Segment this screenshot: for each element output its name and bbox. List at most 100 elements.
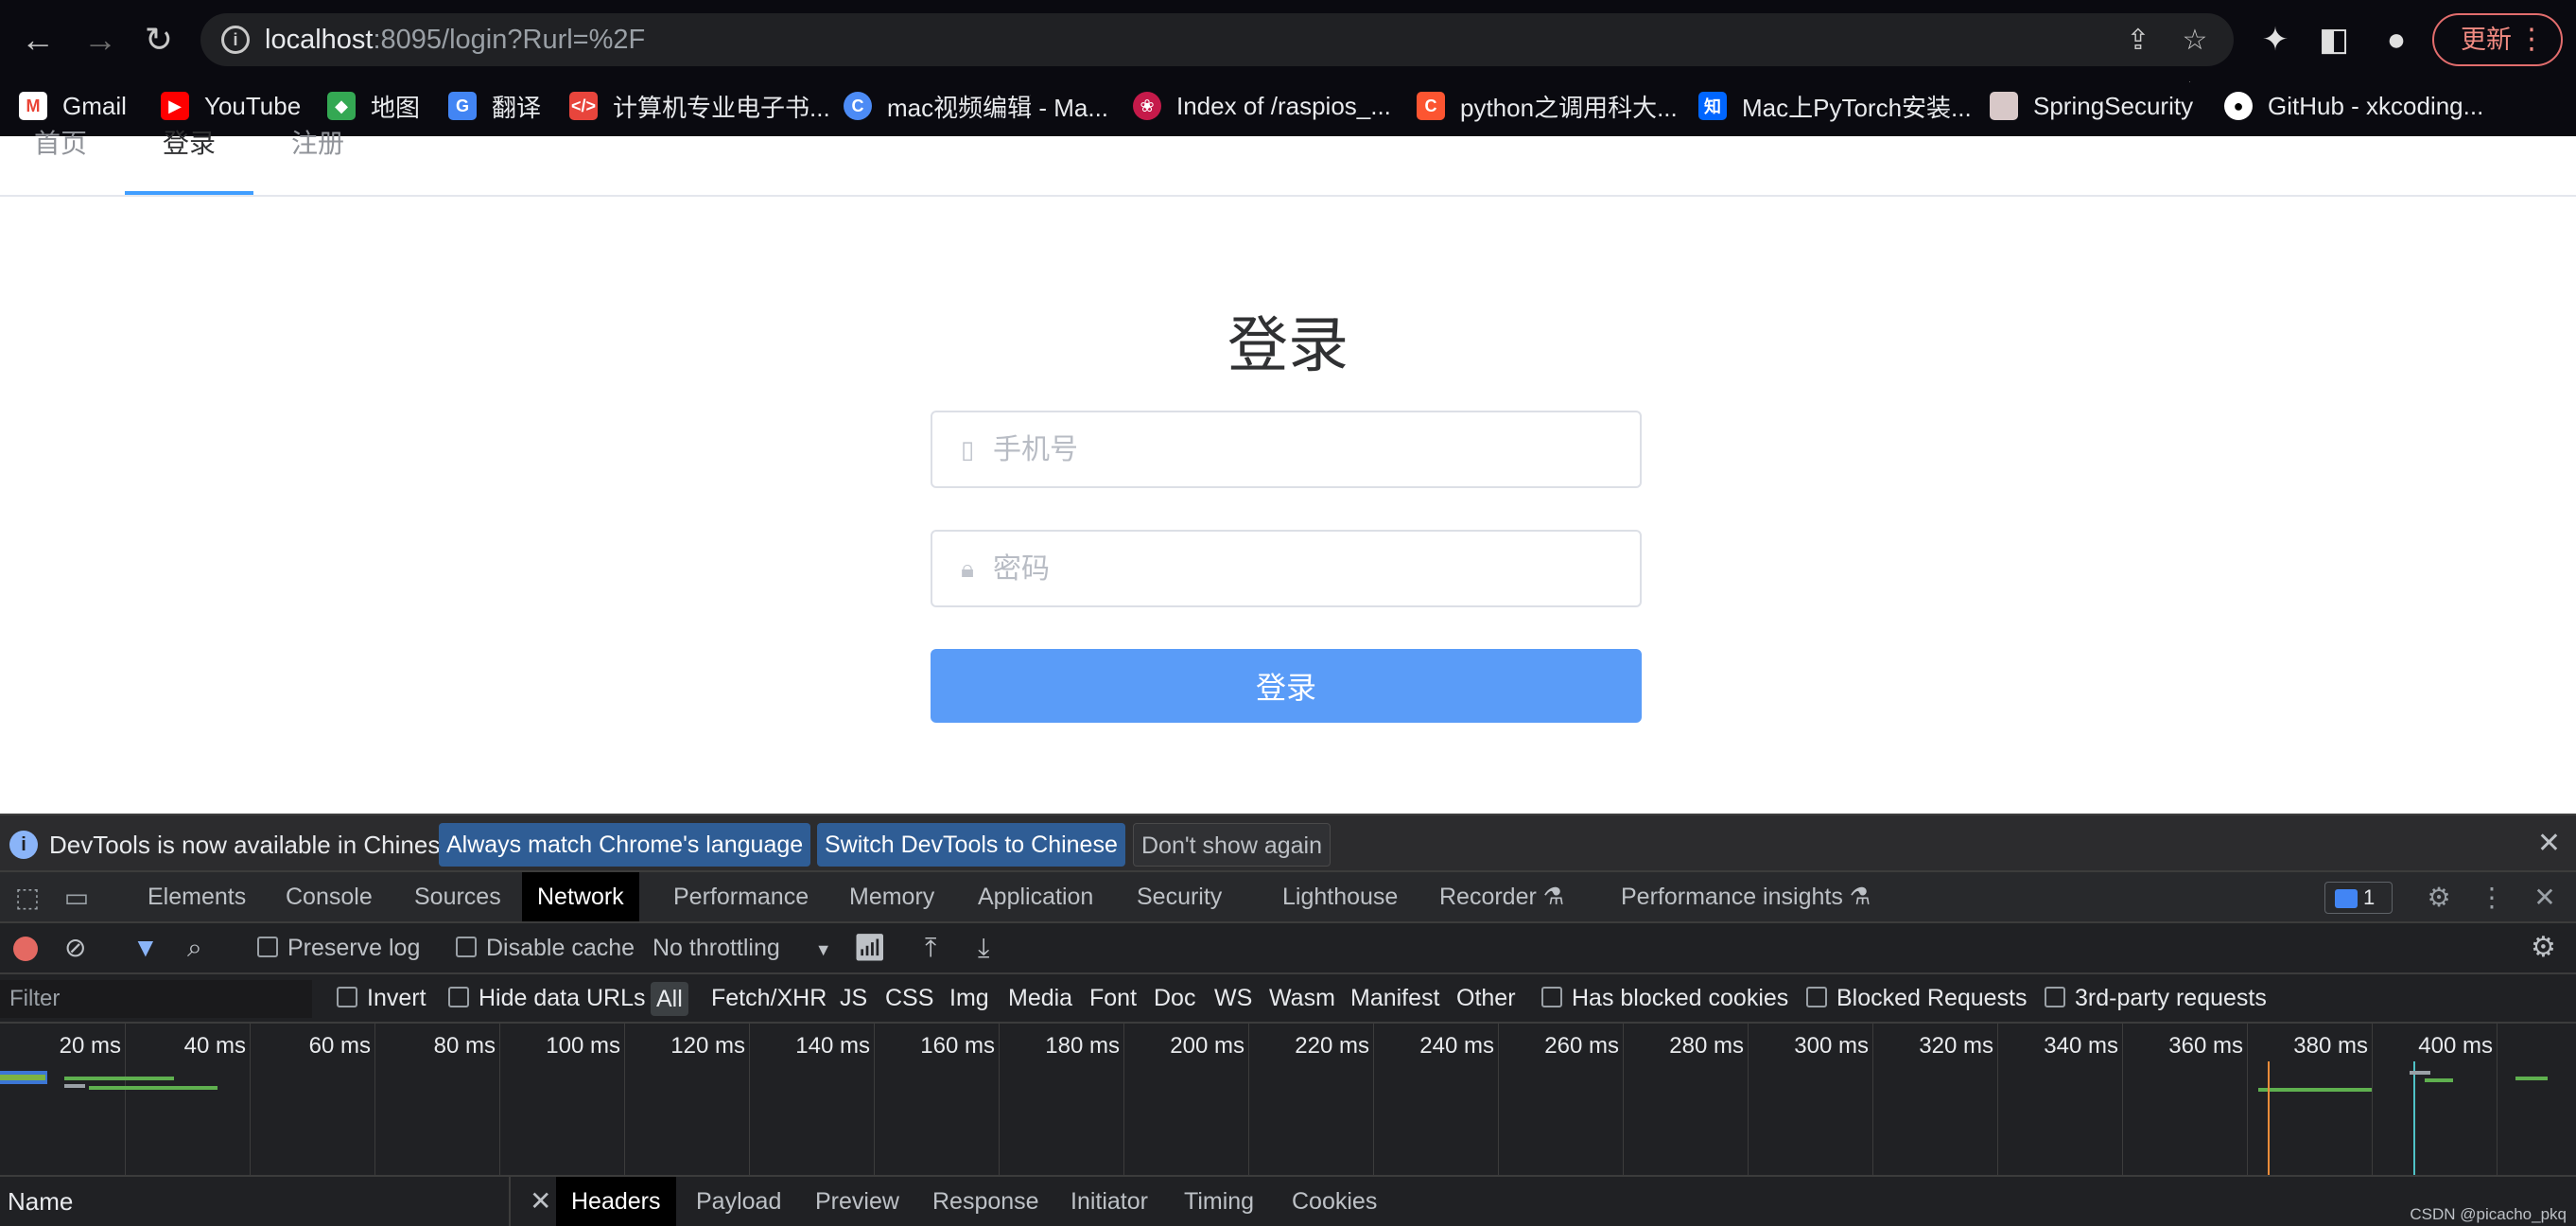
back-icon[interactable]: ← — [13, 15, 62, 64]
inspect-element-icon[interactable]: ⬚ — [11, 882, 44, 914]
bookmark-youtube[interactable]: ▶ YouTube — [161, 87, 301, 125]
bookmark-python[interactable]: Cpython之调用科大... — [1417, 87, 1678, 125]
bookmark-pytorch[interactable]: 知 Mac上PyTorch安装... — [1698, 87, 1972, 125]
type-filter-css[interactable]: CSS — [885, 974, 933, 1022]
preserve-log-checkbox[interactable]: Preserve log — [257, 923, 420, 972]
tab-home[interactable]: 首页 — [34, 123, 87, 161]
share-icon[interactable]: ⇪ — [2122, 25, 2154, 57]
name-column-header[interactable]: Name — [0, 1177, 511, 1226]
login-button[interactable]: 登录 — [931, 649, 1642, 723]
tab-register[interactable]: 注册 — [291, 123, 344, 161]
type-filter-media[interactable]: Media — [1008, 974, 1072, 1022]
timeline-tick-label: 120 ms — [670, 1033, 745, 1059]
tab-timing[interactable]: Timing — [1169, 1177, 1269, 1226]
tab-performance-insights[interactable]: Performance insights ⚗ — [1606, 872, 1886, 921]
network-settings-gear-icon[interactable]: ⚙ — [2531, 923, 2556, 972]
tab-preview[interactable]: Preview — [800, 1177, 914, 1226]
clear-icon[interactable]: ⊘ — [64, 923, 86, 972]
tab-lighthouse[interactable]: Lighthouse — [1267, 872, 1413, 921]
tab-application[interactable]: Application — [963, 872, 1108, 921]
tab-cookies[interactable]: Cookies — [1277, 1177, 1392, 1226]
type-filter-js[interactable]: JS — [840, 974, 867, 1022]
tab-login[interactable]: 登录 — [163, 123, 216, 161]
network-overview-timeline[interactable]: 20 ms 40 ms 60 ms 80 ms 100 ms 120 ms 140 ms 16… — [0, 1024, 2576, 1177]
device-toolbar-icon[interactable]: ▭ — [61, 882, 93, 914]
record-icon[interactable] — [13, 937, 38, 961]
bookmark-translate[interactable]: G 翻译 — [448, 87, 541, 125]
more-options-icon[interactable]: ⋮ — [2476, 882, 2508, 914]
bookmark-maps[interactable]: ◆ 地图 — [327, 87, 420, 125]
filter-icon[interactable]: ▼ — [132, 923, 159, 972]
load-event-marker — [2413, 1061, 2415, 1175]
import-har-icon[interactable]: ⤒ — [925, 923, 936, 972]
bookmark-ebooks[interactable]: </> 计算机专业电子书... — [569, 87, 830, 125]
tab-initiator[interactable]: Initiator — [1055, 1177, 1163, 1226]
password-input[interactable] — [993, 541, 1617, 596]
checkbox-box — [1541, 987, 1562, 1008]
tab-console[interactable]: Console — [270, 872, 388, 921]
issues-badge[interactable]: 1 — [2324, 882, 2393, 914]
site-info-icon[interactable]: i — [221, 26, 250, 54]
tab-recorder[interactable]: Recorder ⚗ — [1424, 872, 1579, 921]
type-filter-ws[interactable]: WS — [1214, 974, 1252, 1022]
bookmark-gmail[interactable]: M Gmail — [19, 87, 127, 125]
forward-icon[interactable]: → — [76, 15, 125, 64]
dont-show-again-button[interactable]: Don't show again — [1133, 823, 1332, 867]
bookmark-label: SpringSecurity — [2033, 91, 2194, 120]
disable-cache-checkbox[interactable]: Disable cache — [456, 923, 635, 972]
invert-checkbox[interactable]: Invert — [337, 974, 426, 1022]
tab-headers[interactable]: Headers — [556, 1177, 676, 1226]
type-filter-manifest[interactable]: Manifest — [1350, 974, 1439, 1022]
request-bar — [64, 1077, 174, 1080]
always-match-language-button[interactable]: Always match Chrome's language — [439, 823, 811, 867]
side-panel-icon[interactable]: ◧ — [2311, 17, 2357, 62]
timeline-gridline — [2372, 1024, 2373, 1175]
type-filter-wasm[interactable]: Wasm — [1269, 974, 1335, 1022]
profile-icon[interactable]: ● — [2374, 17, 2419, 62]
extensions-icon[interactable]: ✦ — [2253, 17, 2298, 62]
tab-payload[interactable]: Payload — [681, 1177, 796, 1226]
bookmark-github[interactable]: ● GitHub - xkcoding... — [2224, 87, 2483, 125]
type-filter-font[interactable]: Font — [1089, 974, 1137, 1022]
blocked-requests-checkbox[interactable]: Blocked Requests — [1806, 974, 2028, 1022]
type-filter-doc[interactable]: Doc — [1154, 974, 1195, 1022]
tab-security[interactable]: Security — [1122, 872, 1237, 921]
checkbox-box — [1806, 987, 1827, 1008]
network-conditions-icon[interactable]: 📶︎ — [853, 923, 887, 972]
search-icon[interactable]: ⌕ — [187, 923, 202, 972]
tab-response[interactable]: Response — [917, 1177, 1054, 1226]
tab-performance[interactable]: Performance — [658, 872, 824, 921]
close-devtools-icon[interactable]: ✕ — [2529, 882, 2561, 914]
password-field[interactable]: 🔒︎ — [931, 530, 1642, 607]
timeline-gridline — [125, 1024, 126, 1175]
bookmark-mac-video[interactable]: Cmac视频编辑 - Ma... — [844, 87, 1108, 125]
throttling-select[interactable]: No throttling ▼ — [653, 923, 832, 972]
hide-data-urls-checkbox[interactable]: Hide data URLs — [448, 974, 645, 1022]
has-blocked-cookies-checkbox[interactable]: Has blocked cookies — [1541, 974, 1788, 1022]
url-path: :8095/login?Rurl=%2F — [373, 25, 646, 55]
bookmark-star-icon[interactable]: ☆ — [2179, 25, 2211, 57]
update-button[interactable]: 更新 ⋮ — [2432, 13, 2563, 66]
url-text[interactable]: localhost:8095/login?Rurl=%2F — [265, 25, 645, 56]
tab-elements[interactable]: Elements — [132, 872, 261, 921]
third-party-requests-checkbox[interactable]: 3rd-party requests — [2045, 974, 2267, 1022]
phone-input[interactable] — [993, 422, 1617, 477]
address-bar[interactable]: i localhost:8095/login?Rurl=%2F ⇪ ☆ — [200, 13, 2234, 66]
switch-to-chinese-button[interactable]: Switch DevTools to Chinese — [817, 823, 1125, 867]
settings-gear-icon[interactable]: ⚙ — [2423, 882, 2455, 914]
bookmark-raspios[interactable]: ❀ Index of /raspios_... — [1133, 87, 1391, 125]
type-filter-fetch-xhr[interactable]: Fetch/XHR — [711, 974, 827, 1022]
type-filter-other[interactable]: Other — [1456, 974, 1516, 1022]
tab-network[interactable]: Network — [522, 872, 639, 921]
phone-field[interactable]: ▯ — [931, 411, 1642, 488]
type-filter-img[interactable]: Img — [949, 974, 989, 1022]
close-icon[interactable]: ✕ — [2537, 827, 2561, 860]
more-menu-icon[interactable]: ⋮ — [2517, 15, 2546, 64]
export-har-icon[interactable]: ⤓ — [978, 923, 989, 972]
filter-input[interactable] — [0, 980, 312, 1018]
bookmark-springsecurity[interactable]: SpringSecurity — [1990, 87, 2193, 125]
type-filter-all[interactable]: All — [651, 982, 688, 1016]
tab-memory[interactable]: Memory — [834, 872, 949, 921]
tab-sources[interactable]: Sources — [399, 872, 516, 921]
reload-icon[interactable]: ↻ — [134, 15, 183, 64]
